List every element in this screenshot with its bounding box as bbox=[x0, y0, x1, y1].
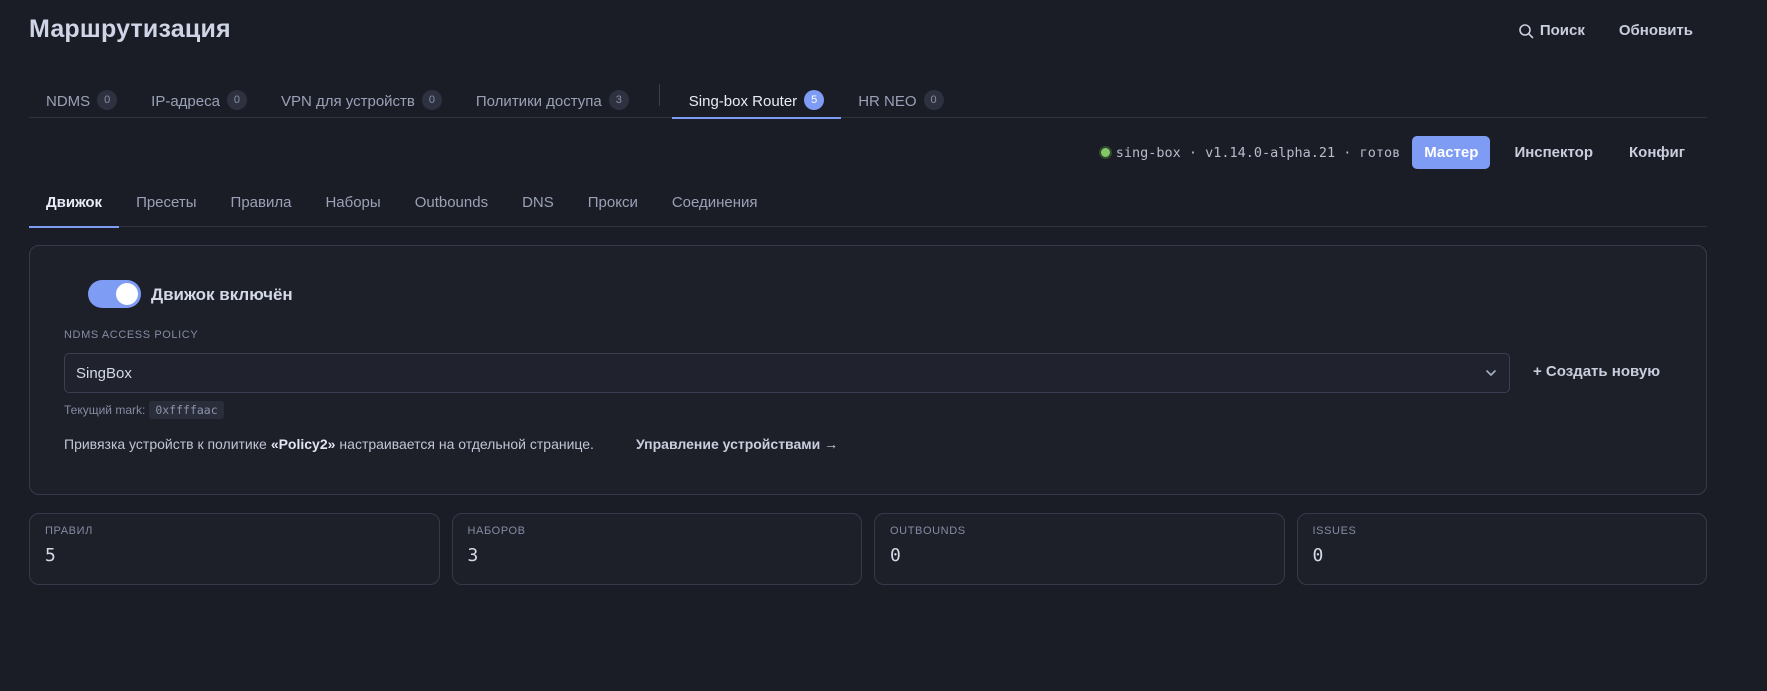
stat-card-rules: ПРАВИЛ 5 bbox=[29, 513, 440, 585]
tab-outbounds[interactable]: Outbounds bbox=[398, 186, 505, 227]
tab-label: HR NEO bbox=[858, 92, 917, 110]
count-badge: 0 bbox=[97, 90, 118, 110]
create-policy-button[interactable]: + Создать новую bbox=[1533, 363, 1660, 380]
toggle-knob bbox=[116, 283, 138, 305]
current-mark: Текущий mark: 0xffffaac bbox=[64, 401, 224, 419]
top-tabs: NDMS 0 IP-адреса 0 VPN для устройств 0 П… bbox=[29, 74, 1707, 119]
engine-toggle-label: Движок включён bbox=[151, 285, 293, 304]
tab-sing-box-router[interactable]: Sing-box Router 5 bbox=[671, 74, 842, 119]
count-badge: 0 bbox=[421, 90, 442, 110]
config-button[interactable]: Конфиг bbox=[1617, 136, 1697, 169]
tab-device-vpn[interactable]: VPN для устройств 0 bbox=[264, 74, 459, 118]
engine-toggle[interactable] bbox=[88, 280, 141, 308]
policy-select[interactable]: SingBox bbox=[64, 353, 1510, 393]
stat-label: ПРАВИЛ bbox=[45, 525, 93, 537]
sub-tabs: Движок Пресеты Правила Наборы Outbounds … bbox=[29, 186, 1707, 228]
tab-ip-addresses[interactable]: IP-адреса 0 bbox=[134, 74, 264, 118]
stat-card-issues: ISSUES 0 bbox=[1296, 513, 1707, 585]
binding-suffix: настраивается на отдельной странице. bbox=[339, 436, 594, 452]
tab-dns[interactable]: DNS bbox=[505, 186, 571, 227]
stat-value: 0 bbox=[890, 545, 901, 566]
mark-label: Текущий mark: bbox=[64, 403, 146, 417]
tab-engine[interactable]: Движок bbox=[29, 186, 120, 228]
stat-card-outbounds: OUTBOUNDS 0 bbox=[874, 513, 1285, 585]
stats-row: ПРАВИЛ 5 НАБОРОВ 3 OUTBOUNDS 0 ISSUES 0 bbox=[29, 513, 1707, 585]
tab-hr-neo[interactable]: HR NEO 0 bbox=[841, 74, 960, 118]
manage-devices-link[interactable]: Управление устройствами → bbox=[636, 436, 838, 452]
search-icon bbox=[1519, 23, 1534, 38]
engine-status: sing-box · v1.14.0-alpha.21 · готов bbox=[1098, 144, 1401, 161]
binding-prefix: Привязка устройств к политике bbox=[64, 436, 267, 452]
master-button[interactable]: Мастер bbox=[1412, 136, 1491, 169]
tab-sets[interactable]: Наборы bbox=[308, 186, 397, 227]
policy-field-label: NDMS ACCESS POLICY bbox=[64, 329, 199, 341]
search-label: Поиск bbox=[1539, 22, 1585, 39]
refresh-button[interactable]: Обновить bbox=[1615, 20, 1697, 41]
stat-card-sets: НАБОРОВ 3 bbox=[451, 513, 862, 585]
chevron-down-icon bbox=[1486, 370, 1496, 376]
tab-ndms[interactable]: NDMS 0 bbox=[29, 74, 134, 118]
status-text: sing-box · v1.14.0-alpha.21 · готов bbox=[1115, 144, 1401, 161]
policy-select-value: SingBox bbox=[76, 364, 132, 382]
count-badge: 0 bbox=[226, 90, 247, 110]
tab-label: Политики доступа bbox=[475, 92, 602, 110]
stat-label: НАБОРОВ bbox=[467, 525, 526, 537]
status-row: sing-box · v1.14.0-alpha.21 · готов Маст… bbox=[1098, 136, 1697, 169]
routing-page: Маршрутизация Поиск Обновить NDMS 0 IP-а… bbox=[0, 0, 1767, 691]
stat-label: OUTBOUNDS bbox=[890, 525, 966, 537]
tab-label: VPN для устройств bbox=[280, 92, 415, 110]
tab-access-policies[interactable]: Политики доступа 3 bbox=[459, 74, 646, 118]
tab-rules[interactable]: Правила bbox=[214, 186, 309, 227]
count-badge: 0 bbox=[923, 90, 944, 110]
binding-note: Привязка устройств к политике «Policy2» … bbox=[64, 436, 594, 452]
tab-proxy[interactable]: Прокси bbox=[571, 186, 655, 227]
inspector-button[interactable]: Инспектор bbox=[1502, 136, 1605, 169]
tab-label: Sing-box Router bbox=[688, 92, 798, 110]
header-actions: Поиск Обновить bbox=[1514, 20, 1697, 41]
count-badge: 5 bbox=[804, 90, 825, 110]
tab-label: NDMS bbox=[46, 92, 91, 110]
tab-label: IP-адреса bbox=[151, 92, 220, 110]
tab-connections[interactable]: Соединения bbox=[655, 186, 775, 227]
binding-policy: «Policy2» bbox=[270, 436, 336, 452]
engine-card: Движок включён NDMS ACCESS POLICY SingBo… bbox=[29, 245, 1707, 495]
mark-value: 0xffffaac bbox=[149, 401, 224, 419]
count-badge: 3 bbox=[608, 90, 629, 110]
tab-presets[interactable]: Пресеты bbox=[119, 186, 213, 227]
stat-value: 5 bbox=[45, 545, 56, 566]
stat-value: 3 bbox=[467, 545, 479, 566]
search-button[interactable]: Поиск bbox=[1514, 20, 1589, 41]
stat-value: 0 bbox=[1312, 545, 1324, 566]
tab-divider bbox=[658, 84, 660, 106]
status-indicator bbox=[1098, 146, 1112, 159]
stat-label: ISSUES bbox=[1312, 525, 1357, 537]
page-title: Маршрутизация bbox=[29, 15, 231, 43]
